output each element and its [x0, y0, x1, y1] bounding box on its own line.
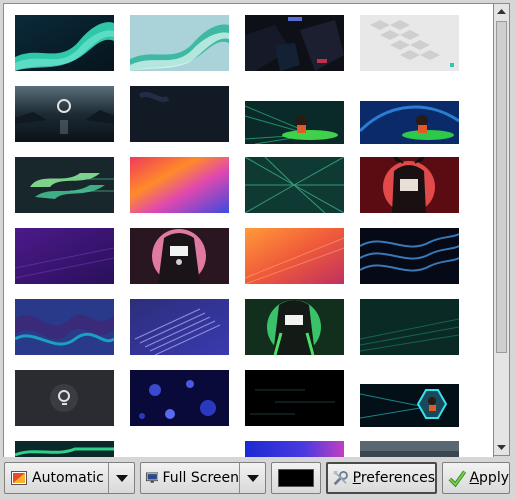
apply-button[interactable]: Apply — [442, 462, 510, 494]
wallpaper-thumbnail[interactable] — [130, 86, 229, 142]
background-color-swatch — [278, 469, 314, 487]
wallpaper-thumbnail[interactable] — [245, 441, 344, 457]
wallpaper-thumbnail[interactable] — [15, 370, 114, 426]
wallpaper-thumbnail[interactable] — [130, 228, 229, 284]
wallpaper-thumbnail[interactable] — [245, 101, 344, 144]
preferences-label-rest: references — [360, 470, 435, 486]
apply-mnemonic: A — [469, 470, 480, 486]
wallpaper-thumbnail[interactable] — [245, 157, 344, 213]
wallpaper-thumbnail[interactable] — [245, 299, 344, 355]
wallpaper-style-value[interactable]: Automatic — [5, 463, 108, 493]
wallpaper-thumbnail[interactable] — [360, 157, 459, 213]
wallpaper-thumbnail[interactable] — [130, 299, 229, 355]
preferences-button-label: Preferences — [353, 470, 435, 486]
wallpaper-thumbnail[interactable] — [130, 15, 229, 71]
chevron-down-icon — [115, 474, 128, 482]
automatic-icon — [11, 471, 27, 485]
background-color-button[interactable] — [271, 462, 321, 494]
scroll-down-arrow-icon[interactable] — [494, 440, 509, 455]
wallpaper-thumbnail[interactable] — [245, 15, 344, 71]
preferences-button[interactable]: Preferences — [326, 462, 437, 494]
wallpaper-thumbnail[interactable] — [360, 228, 459, 284]
monitor-icon — [146, 472, 159, 483]
wallpaper-thumbnail[interactable] — [360, 101, 459, 144]
wallpaper-thumbnail[interactable] — [360, 15, 459, 71]
display-mode-select[interactable]: Full Screen — [140, 462, 266, 494]
apply-label-rest: pply — [479, 470, 509, 486]
wallpaper-thumbnail[interactable] — [360, 384, 459, 427]
wallpaper-thumbnail[interactable] — [360, 441, 459, 457]
display-mode-label: Full Screen — [162, 470, 239, 486]
wallpaper-thumbnail[interactable] — [15, 299, 114, 355]
preferences-tools-icon — [333, 470, 348, 486]
wallpaper-thumbnail[interactable] — [245, 228, 344, 284]
display-mode-value[interactable]: Full Screen — [141, 463, 239, 493]
wallpaper-style-dropdown-button[interactable] — [108, 463, 134, 493]
wallpaper-style-label: Automatic — [32, 470, 104, 486]
scrollbar-thumb[interactable] — [496, 21, 507, 353]
wallpaper-thumbnail[interactable] — [130, 370, 229, 426]
wallpaper-thumbnail[interactable] — [15, 86, 114, 142]
wallpaper-thumbnail[interactable] — [15, 157, 114, 213]
chevron-down-icon — [246, 474, 259, 482]
vertical-scrollbar[interactable] — [493, 3, 510, 456]
wallpaper-thumbnail[interactable] — [130, 157, 229, 213]
checkmark-icon — [448, 470, 467, 488]
wallpaper-style-select[interactable]: Automatic — [4, 462, 135, 494]
wallpaper-thumbnail[interactable] — [15, 15, 114, 71]
display-mode-dropdown-button[interactable] — [239, 463, 265, 493]
apply-button-label: Apply — [469, 470, 509, 486]
wallpaper-thumbnail[interactable] — [245, 370, 344, 426]
wallpaper-thumbnail[interactable] — [15, 228, 114, 284]
bottom-toolbar: Automatic Full Screen Preferences Apply — [0, 457, 516, 500]
wallpaper-gallery — [3, 3, 494, 458]
scroll-up-arrow-icon[interactable] — [494, 4, 509, 19]
wallpaper-thumbnail[interactable] — [360, 299, 459, 355]
wallpaper-thumbnail[interactable] — [15, 441, 114, 457]
preferences-mnemonic: P — [352, 470, 361, 486]
